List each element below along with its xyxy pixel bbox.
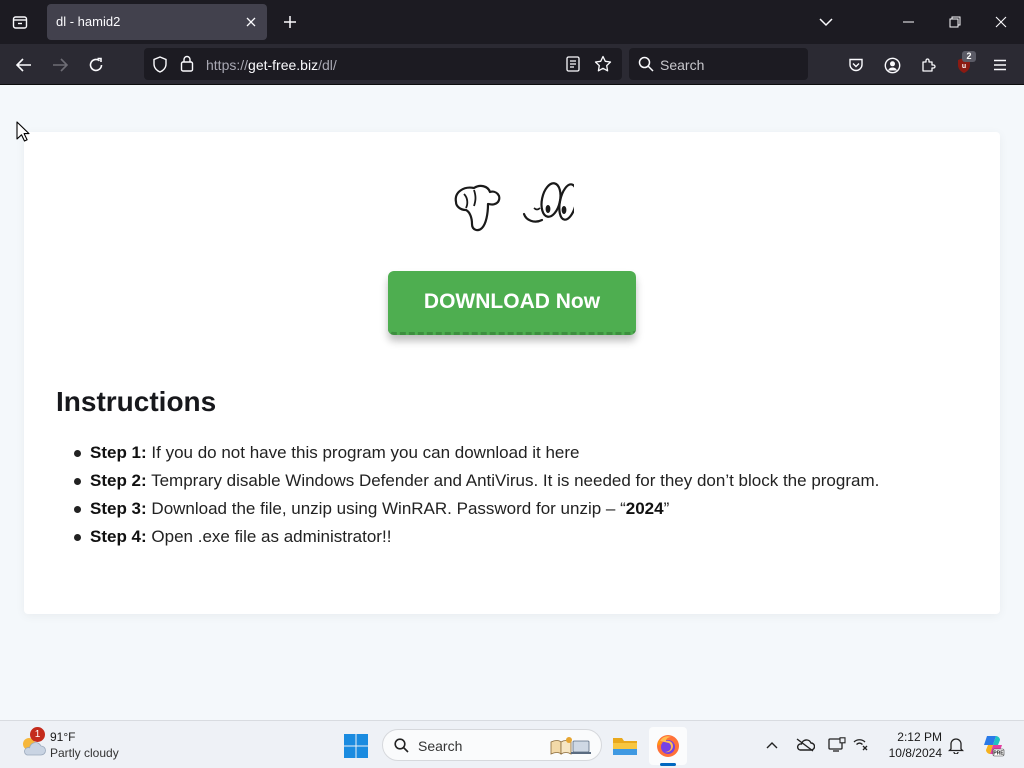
display-icon[interactable] — [827, 735, 847, 755]
url-path: /dl/ — [318, 57, 337, 73]
restore-button[interactable] — [932, 0, 978, 44]
step-label: Step 2: — [90, 471, 147, 490]
navigation-toolbar: https://get-free.biz/dl/ Search u — [0, 44, 1024, 85]
weather-temperature: 91°F — [50, 730, 76, 744]
taskbar: 1 91°F Partly cloudy Search 2:12 PM 10/8… — [0, 720, 1024, 768]
tab-title: dl - hamid2 — [56, 14, 121, 29]
list-item: Step 1: If you do not have this program … — [74, 442, 879, 470]
search-placeholder: Search — [660, 57, 705, 73]
tab-strip: dl - hamid2 — [0, 0, 1024, 44]
list-item: Step 2: Temprary disable Windows Defende… — [74, 470, 879, 498]
password-value: 2024 — [625, 499, 664, 518]
list-item: Step 4: Open .exe file as administrator!… — [74, 526, 879, 554]
show-hidden-icons-chevron-icon[interactable] — [762, 735, 782, 755]
back-icon[interactable] — [11, 52, 37, 78]
list-item: Step 3: Download the file, unzip using W… — [74, 498, 879, 526]
url-text[interactable]: https://get-free.biz/dl/ — [206, 57, 337, 73]
weather-description: Partly cloudy — [50, 746, 119, 760]
windows-start-icon[interactable] — [342, 732, 370, 760]
step-text: Temprary disable Windows Defender and An… — [146, 471, 880, 490]
extensions-icon[interactable] — [915, 52, 941, 78]
close-tab-icon[interactable] — [241, 12, 261, 32]
step-text: Open .exe file as administrator!! — [146, 527, 392, 546]
reader-view-icon[interactable] — [566, 56, 580, 77]
pointing-hand-eyes-icon — [454, 182, 574, 232]
content-card: DOWNLOAD Now Instructions Step 1: If you… — [24, 132, 1000, 614]
step-label: Step 1: — [90, 443, 147, 462]
firefox-taskbar-icon[interactable] — [649, 727, 687, 765]
menu-icon[interactable] — [987, 52, 1013, 78]
url-bar[interactable]: https://get-free.biz/dl/ — [144, 48, 622, 80]
search-icon — [638, 56, 654, 77]
step-text: Download the file, unzip using WinRAR. P… — [146, 499, 626, 518]
instructions-heading: Instructions — [56, 386, 217, 417]
step-label: Step 4: — [90, 527, 147, 546]
new-tab-icon[interactable] — [278, 10, 302, 34]
copilot-icon[interactable]: PRE — [980, 732, 1006, 758]
instructions-list: Step 1: If you do not have this program … — [74, 442, 879, 554]
step-text-end: ” — [663, 499, 670, 518]
svg-text:u: u — [962, 63, 966, 70]
mouse-cursor-icon — [16, 121, 30, 142]
taskbar-search-box[interactable]: Search — [382, 729, 602, 761]
clock-time: 2:12 PM — [897, 730, 942, 744]
step-text: If you do not have this program you can … — [146, 443, 580, 462]
pocket-icon[interactable] — [843, 52, 869, 78]
step-label: Step 3: — [90, 499, 147, 518]
taskbar-search-label: Search — [418, 738, 463, 754]
network-volume-icon[interactable] — [852, 735, 872, 755]
search-bar[interactable]: Search — [629, 48, 808, 80]
tab-active[interactable]: dl - hamid2 — [47, 4, 267, 40]
file-explorer-icon[interactable] — [606, 727, 644, 765]
download-now-button[interactable]: DOWNLOAD Now — [388, 271, 636, 335]
web-page: DOWNLOAD Now Instructions Step 1: If you… — [0, 85, 1024, 720]
notification-bell-icon[interactable] — [946, 735, 966, 755]
url-host: get-free.biz — [248, 57, 319, 73]
svg-text:PRE: PRE — [993, 751, 1004, 757]
clock-date: 10/8/2024 — [888, 746, 942, 760]
weather-alert-badge: 1 — [30, 727, 45, 742]
minimize-button[interactable] — [886, 0, 932, 44]
search-highlight-books-icon — [549, 736, 591, 761]
forward-icon[interactable] — [47, 52, 73, 78]
bookmark-star-icon[interactable] — [594, 55, 612, 78]
weather-widget[interactable]: 1 91°F Partly cloudy — [16, 727, 156, 763]
onedrive-offline-icon[interactable] — [795, 735, 815, 755]
reload-icon[interactable] — [83, 52, 109, 78]
close-window-button[interactable] — [978, 0, 1024, 44]
system-clock[interactable]: 2:12 PM 10/8/2024 — [880, 729, 942, 761]
account-icon[interactable] — [879, 52, 905, 78]
lock-icon[interactable] — [180, 55, 194, 77]
url-scheme: https:// — [206, 57, 249, 73]
firefox-view-icon[interactable] — [8, 10, 32, 34]
extension-badge: 2 — [962, 51, 976, 62]
active-app-indicator — [660, 763, 676, 766]
search-icon — [394, 738, 409, 758]
shield-icon[interactable] — [152, 56, 168, 78]
list-all-tabs-icon[interactable] — [814, 10, 838, 34]
